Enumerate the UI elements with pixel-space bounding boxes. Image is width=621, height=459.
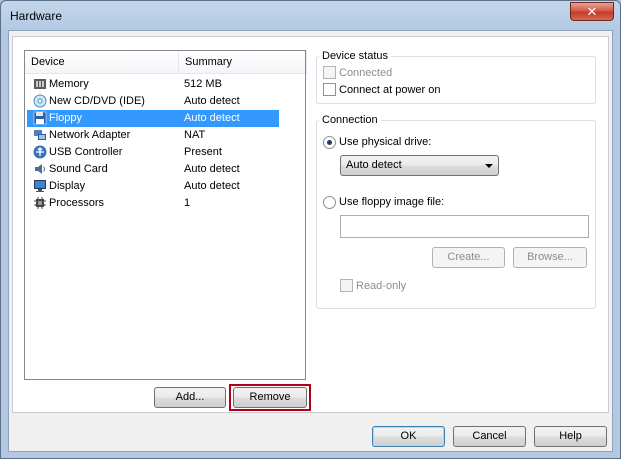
read-only-label: Read-only xyxy=(356,280,407,292)
device-row-sound-card[interactable]: Sound Card Auto detect xyxy=(27,161,279,178)
device-row-network-adapter[interactable]: Network Adapter NAT xyxy=(27,127,279,144)
window-title: Hardware xyxy=(10,9,63,23)
device-name: Sound Card xyxy=(49,163,108,175)
column-header-device[interactable]: Device xyxy=(25,51,179,74)
device-name: Processors xyxy=(49,197,105,209)
device-summary: 512 MB xyxy=(184,78,222,90)
read-only-checkbox[interactable] xyxy=(340,279,353,292)
device-row-processors[interactable]: Processors 1 xyxy=(27,195,279,212)
device-summary: Auto detect xyxy=(184,180,240,192)
device-status-title: Device status xyxy=(319,50,392,62)
use-floppy-image-radio[interactable] xyxy=(323,196,336,209)
help-button[interactable]: Help xyxy=(534,426,607,447)
usb-icon xyxy=(33,145,47,159)
network-adapter-icon xyxy=(34,130,46,140)
close-icon: ✕ xyxy=(586,4,598,19)
display-icon xyxy=(34,180,46,192)
device-summary: Auto detect xyxy=(184,112,240,124)
device-name: Floppy xyxy=(49,112,83,124)
chevron-down-icon xyxy=(485,164,493,168)
device-summary: NAT xyxy=(184,129,206,141)
radio-selected-dot xyxy=(327,140,332,145)
sound-card-icon xyxy=(35,164,45,174)
connected-checkbox[interactable] xyxy=(323,66,336,79)
memory-icon xyxy=(34,79,46,89)
title-bar[interactable]: Hardware ✕ xyxy=(1,1,620,30)
device-row-usb-controller[interactable]: USB Controller Present xyxy=(27,144,279,161)
device-name: Network Adapter xyxy=(49,129,131,141)
browse-button[interactable]: Browse... xyxy=(513,247,587,268)
connected-label: Connected xyxy=(339,67,393,79)
connect-at-power-on-label: Connect at power on xyxy=(339,84,441,96)
ok-button[interactable]: OK xyxy=(372,426,445,447)
physical-drive-value: Auto detect xyxy=(346,159,402,171)
device-name: New CD/DVD (IDE) xyxy=(49,95,145,107)
remove-button[interactable]: Remove xyxy=(233,387,307,408)
use-physical-drive-label: Use physical drive: xyxy=(339,136,432,148)
add-button[interactable]: Add... xyxy=(154,387,226,408)
device-row-display[interactable]: Display Auto detect xyxy=(27,178,279,195)
device-summary: Auto detect xyxy=(184,163,240,175)
device-list[interactable]: Device Summary Memory 512 MB New CD/DVD … xyxy=(24,50,307,380)
cd-dvd-icon xyxy=(33,94,47,108)
device-status-group xyxy=(316,56,596,104)
create-button[interactable]: Create... xyxy=(432,247,505,268)
floppy-image-path-input[interactable] xyxy=(340,215,589,238)
list-header: Device Summary xyxy=(25,51,307,74)
hardware-dialog: Hardware ✕ Device Summary Memory 512 MB … xyxy=(0,0,621,459)
use-physical-drive-radio[interactable] xyxy=(323,136,336,149)
device-name: Memory xyxy=(49,78,89,90)
processor-icon xyxy=(34,197,46,209)
device-summary: 1 xyxy=(184,197,191,209)
device-row-memory[interactable]: Memory 512 MB xyxy=(27,76,279,93)
connection-title: Connection xyxy=(319,114,381,126)
connect-at-power-on-checkbox[interactable] xyxy=(323,83,336,96)
cancel-button[interactable]: Cancel xyxy=(453,426,526,447)
device-row-cd-dvd[interactable]: New CD/DVD (IDE) Auto detect xyxy=(27,93,279,110)
column-header-summary[interactable]: Summary xyxy=(179,51,307,74)
device-name: USB Controller xyxy=(49,146,123,158)
device-row-floppy[interactable]: Floppy Auto detect xyxy=(27,110,279,127)
close-button[interactable]: ✕ xyxy=(570,2,614,21)
device-summary: Present xyxy=(184,146,222,158)
device-name: Display xyxy=(49,180,86,192)
use-floppy-image-label: Use floppy image file: xyxy=(339,196,445,208)
device-summary: Auto detect xyxy=(184,95,240,107)
floppy-icon xyxy=(33,111,47,125)
physical-drive-dropdown[interactable]: Auto detect xyxy=(340,155,499,176)
